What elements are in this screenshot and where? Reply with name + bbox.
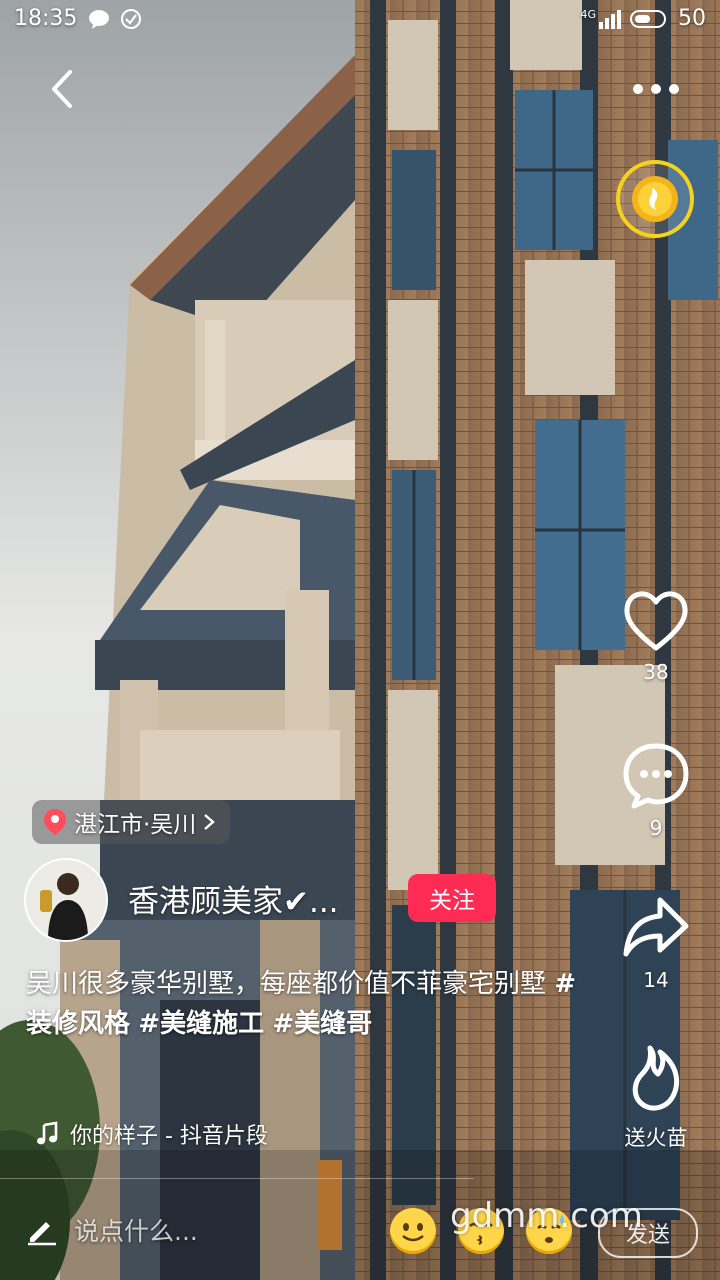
emoji-smile-icon[interactable] [390,1208,436,1254]
location-pin-icon [44,809,66,835]
send-fire-button[interactable]: 送火苗 [601,1044,711,1152]
status-time: 18:35 [14,6,78,31]
flame-icon [632,1045,680,1111]
heart-icon [624,591,688,651]
comment-count: 9 [649,816,663,840]
pencil-icon [28,1222,56,1246]
comment-input-placeholder[interactable]: 说点什么... [74,1212,198,1248]
comment-bubble-icon [623,743,689,809]
follow-button[interactable]: 关注 [408,874,496,922]
chat-bubble-icon [89,10,109,29]
check-circle-icon [121,9,141,29]
battery-icon [630,9,666,28]
emoji-smile-face [402,1223,424,1242]
like-count: 38 [643,660,669,684]
signal-icon [599,9,621,29]
hashtag-grout-guy[interactable]: #美缝哥 [272,1009,372,1039]
share-button[interactable]: 14 [601,892,711,992]
divider [0,1178,474,1179]
back-chevron-icon[interactable] [40,64,84,114]
more-dots-icon[interactable] [628,74,684,104]
status-bar: 18:35 4G 50 [0,0,720,42]
hashtag-grout-work[interactable]: #美缝施工 [138,1009,264,1039]
battery-level: 50 [678,6,706,31]
location-label: 湛江市·吴川 [74,812,197,838]
caption-text: 吴川很多豪华别墅，每座都价值不菲豪宅别墅 [26,969,547,999]
site-watermark: gdmm.com [450,1196,643,1236]
comment-button[interactable]: 9 [601,740,711,840]
network-type: 4G [580,8,596,21]
author-name[interactable]: 香港顾美家✔... [128,876,339,921]
music-title: 你的样子 - 抖音片段 [70,1124,268,1149]
gold-coin-icon[interactable] [614,158,696,240]
like-button[interactable]: 38 [601,588,711,684]
location-tag[interactable]: 湛江市·吴川 [32,800,231,844]
music-info[interactable]: 你的样子 - 抖音片段 [36,1118,268,1150]
share-count: 14 [643,968,669,992]
author-avatar[interactable] [24,858,108,942]
music-note-icon [37,1121,58,1145]
send-fire-label: 送火苗 [624,1126,688,1150]
share-arrow-icon [623,897,689,957]
video-caption: 吴川很多豪华别墅，每座都价值不菲豪宅别墅 #装修风格 #美缝施工 #美缝哥 [26,964,586,1044]
chevron-right-icon [204,814,216,830]
avatar-image [26,860,106,940]
